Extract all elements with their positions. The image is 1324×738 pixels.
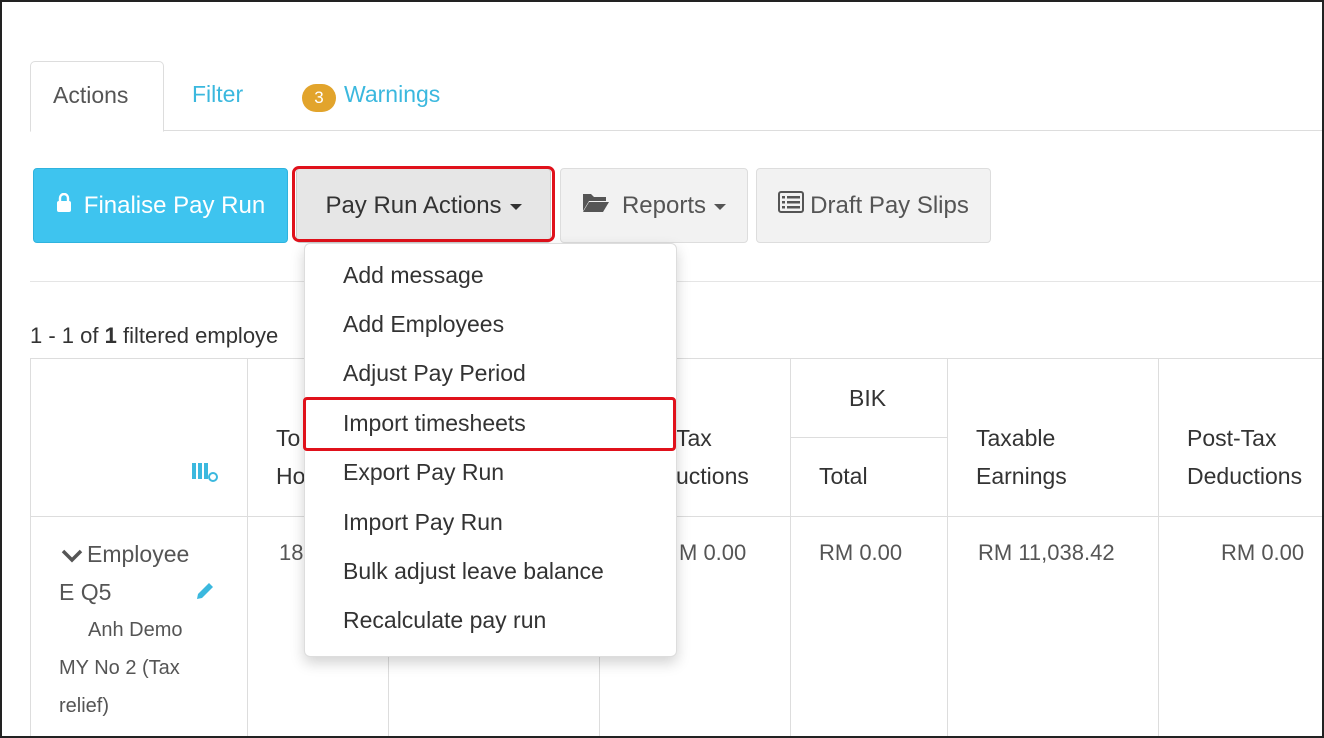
menu-item-import-pay-run[interactable]: Import Pay Run — [305, 498, 676, 547]
header-bik-total: Total — [819, 463, 868, 489]
column-settings-icon[interactable] — [192, 461, 220, 488]
menu-item-bulk-adjust-leave-balance[interactable]: Bulk adjust leave balance — [305, 547, 676, 596]
employee-name-line2[interactable]: E Q5 — [59, 573, 111, 611]
reports-button[interactable]: Reports — [560, 168, 748, 243]
pencil-icon[interactable] — [194, 580, 216, 607]
folder-open-icon — [582, 191, 610, 220]
tab-warnings-label: Warnings — [344, 81, 441, 107]
tab-actions[interactable]: Actions — [30, 61, 164, 132]
column-divider — [947, 359, 948, 738]
tab-bar: Actions Filter 3 Warnings — [30, 61, 1324, 132]
cell-bik-total: RM 0.00 — [819, 540, 903, 565]
column-divider — [790, 359, 791, 738]
tab-filter[interactable]: Filter — [170, 61, 265, 131]
employer-line1: Anh Demo — [88, 619, 183, 641]
pay-run-actions-button[interactable]: Pay Run Actions — [296, 168, 551, 243]
cell-total-hours: 18 — [279, 540, 304, 565]
tab-warnings[interactable]: 3 Warnings — [280, 61, 462, 131]
bik-subheader-divider — [790, 437, 947, 438]
employer-line3: relief) — [59, 695, 110, 717]
header-taxable-line2: Earnings — [976, 463, 1067, 489]
finalise-pay-run-label: Finalise Pay Run — [83, 191, 266, 219]
header-post-tax-line1: Post-Tax — [1187, 425, 1277, 451]
caret-down-icon — [714, 203, 727, 210]
header-bik: BIK — [849, 385, 887, 411]
menu-item-add-employees[interactable]: Add Employees — [305, 300, 676, 349]
employer-line2: MY No 2 (Tax — [59, 657, 180, 679]
header-total-hours-line1: To — [276, 425, 301, 451]
pay-run-table: To Ho Tax uctions BIK Total Taxable Earn… — [30, 358, 1324, 738]
column-divider — [247, 359, 248, 738]
draft-pay-slips-button[interactable]: Draft Pay Slips — [756, 168, 991, 243]
warnings-count-badge: 3 — [302, 83, 336, 112]
employee-name-line1[interactable]: Employee — [87, 535, 189, 573]
divider — [30, 281, 1324, 282]
header-tax-line1: Tax — [676, 425, 712, 451]
pay-run-actions-label: Pay Run Actions — [325, 191, 502, 219]
lock-icon — [56, 192, 72, 220]
list-alt-icon — [778, 191, 805, 220]
chevron-down-icon[interactable] — [61, 549, 83, 568]
cell-tax-deductions: M 0.00 — [679, 540, 747, 565]
header-total-hours-line2: Ho — [276, 463, 306, 489]
draft-pay-slips-label: Draft Pay Slips — [810, 191, 969, 219]
results-count: 1 - 1 of 1 filtered employe — [30, 323, 278, 349]
menu-item-import-timesheets[interactable]: Import timesheets — [305, 399, 676, 448]
results-total: 1 — [104, 323, 117, 348]
results-range: 1 - 1 of — [30, 323, 99, 348]
header-post-tax-line2: Deductions — [1187, 463, 1303, 489]
finalise-pay-run-button[interactable]: Finalise Pay Run — [33, 168, 288, 243]
menu-item-adjust-pay-period[interactable]: Adjust Pay Period — [305, 349, 676, 398]
results-suffix: filtered employe — [122, 323, 279, 348]
caret-down-icon — [509, 203, 522, 210]
menu-item-export-pay-run[interactable]: Export Pay Run — [305, 448, 676, 497]
cell-post-tax-deductions: RM 0.00 — [1221, 540, 1305, 565]
cell-taxable-earnings: RM 11,038.42 — [978, 540, 1115, 565]
header-divider — [31, 516, 1324, 517]
reports-label: Reports — [621, 191, 707, 219]
menu-item-add-message[interactable]: Add message — [305, 251, 676, 300]
pay-run-actions-menu: Add message Add Employees Adjust Pay Per… — [304, 243, 677, 657]
header-tax-line2: uctions — [676, 463, 749, 489]
header-taxable-line1: Taxable — [976, 425, 1056, 451]
column-divider — [1158, 359, 1159, 738]
menu-item-recalculate-pay-run[interactable]: Recalculate pay run — [305, 596, 676, 645]
